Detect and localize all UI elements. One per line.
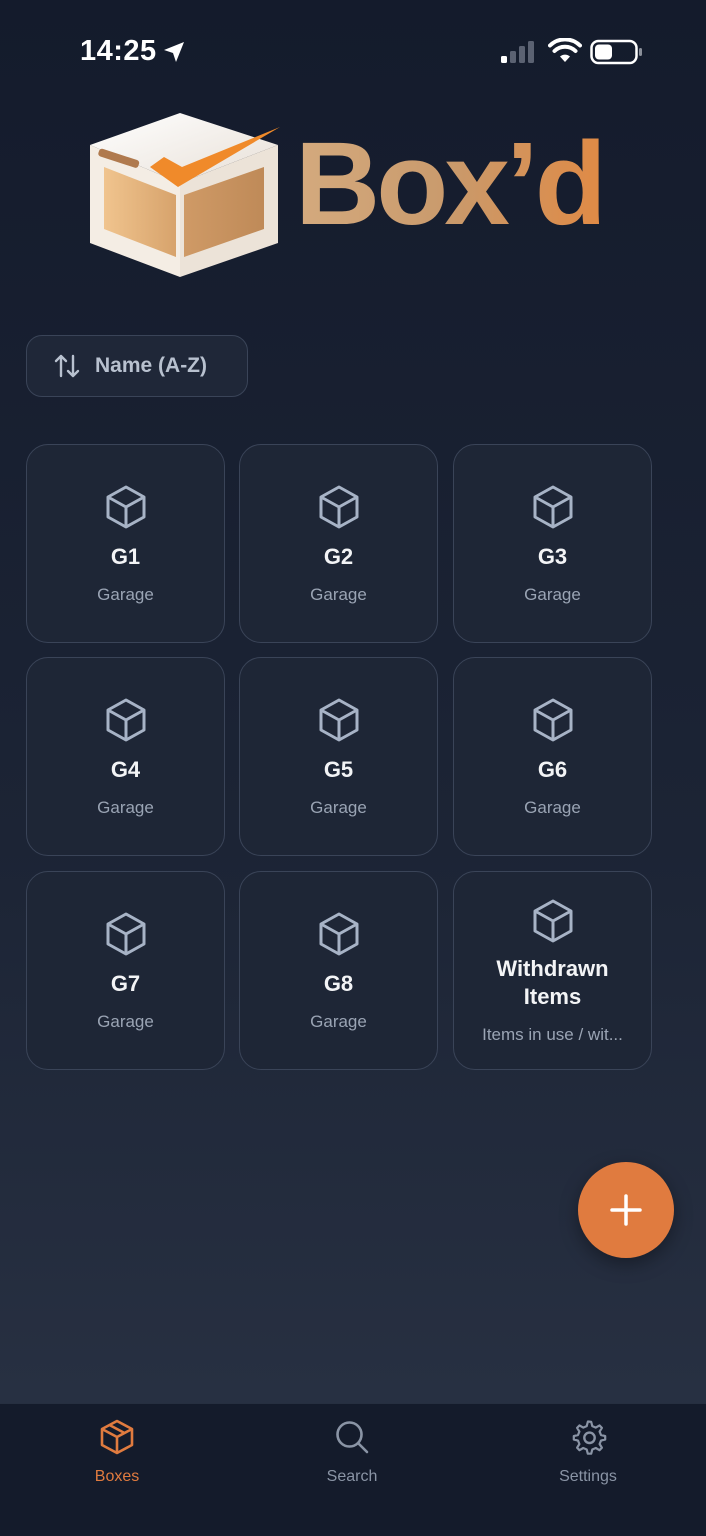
box-card[interactable]: G6 Garage	[453, 657, 652, 856]
box-card[interactable]: G5 Garage	[239, 657, 438, 856]
box-icon	[319, 485, 358, 528]
box-location: Items in use / wit...	[482, 1024, 623, 1044]
app-logo-text: Box’d	[295, 118, 607, 250]
box-icon	[533, 899, 572, 942]
box-card[interactable]: G4 Garage	[26, 657, 225, 856]
box-location: Garage	[524, 797, 581, 817]
box-icon	[319, 698, 358, 741]
box-card[interactable]: G2 Garage	[239, 444, 438, 643]
tab-settings[interactable]: Settings	[518, 1418, 658, 1486]
box-icon	[106, 698, 145, 741]
box-icon	[319, 912, 358, 955]
tab-label: Boxes	[94, 1468, 140, 1485]
box-location: Garage	[310, 1011, 367, 1031]
add-box-button[interactable]	[578, 1162, 674, 1258]
box-card[interactable]: G1 Garage	[26, 444, 225, 643]
tab-bar: Boxes Search Settings	[0, 1403, 706, 1536]
sort-button[interactable]: Name (A-Z)	[26, 335, 248, 397]
box-name: Withdrawn Items	[496, 955, 609, 1009]
tab-search[interactable]: Search	[282, 1418, 422, 1486]
battery-icon	[590, 39, 642, 65]
box-icon	[100, 1419, 134, 1455]
box-card[interactable]: G7 Garage	[26, 871, 225, 1070]
box-name: G7	[110, 970, 141, 996]
box-icon	[106, 485, 145, 528]
box-location: Garage	[524, 584, 581, 604]
box-icon	[106, 912, 145, 955]
box-name: G4	[110, 756, 141, 782]
box-name: G2	[323, 543, 354, 569]
tab-label: Search	[326, 1468, 378, 1485]
box-card[interactable]: G8 Garage	[239, 871, 438, 1070]
box-name: G5	[323, 756, 354, 782]
box-name: G6	[537, 756, 568, 782]
cellular-signal-icon	[501, 41, 534, 63]
box-location: Garage	[97, 797, 154, 817]
status-bar: 14:25	[0, 0, 706, 100]
wifi-icon	[548, 38, 582, 62]
box-location: Garage	[97, 584, 154, 604]
tab-boxes[interactable]: Boxes	[47, 1418, 187, 1486]
box-name: G3	[537, 543, 568, 569]
box-location: Garage	[310, 584, 367, 604]
tab-label: Settings	[559, 1468, 617, 1485]
box-icon	[533, 485, 572, 528]
box-icon	[533, 698, 572, 741]
box-card[interactable]: Withdrawn Items Items in use / wit...	[453, 871, 652, 1070]
plus-icon	[610, 1194, 642, 1226]
gear-icon	[572, 1420, 607, 1455]
app-logo: Box’d	[80, 105, 640, 295]
box-location: Garage	[310, 797, 367, 817]
location-arrow-icon	[164, 42, 184, 62]
search-icon	[336, 1421, 369, 1454]
box-name: G8	[323, 970, 354, 996]
box-location: Garage	[97, 1011, 154, 1031]
sort-arrows-icon	[54, 354, 80, 378]
box-name: G1	[110, 543, 141, 569]
box-card[interactable]: G3 Garage	[453, 444, 652, 643]
box-logo-icon	[90, 113, 280, 277]
status-time: 14:25	[80, 35, 157, 67]
sort-label: Name (A-Z)	[95, 354, 208, 377]
